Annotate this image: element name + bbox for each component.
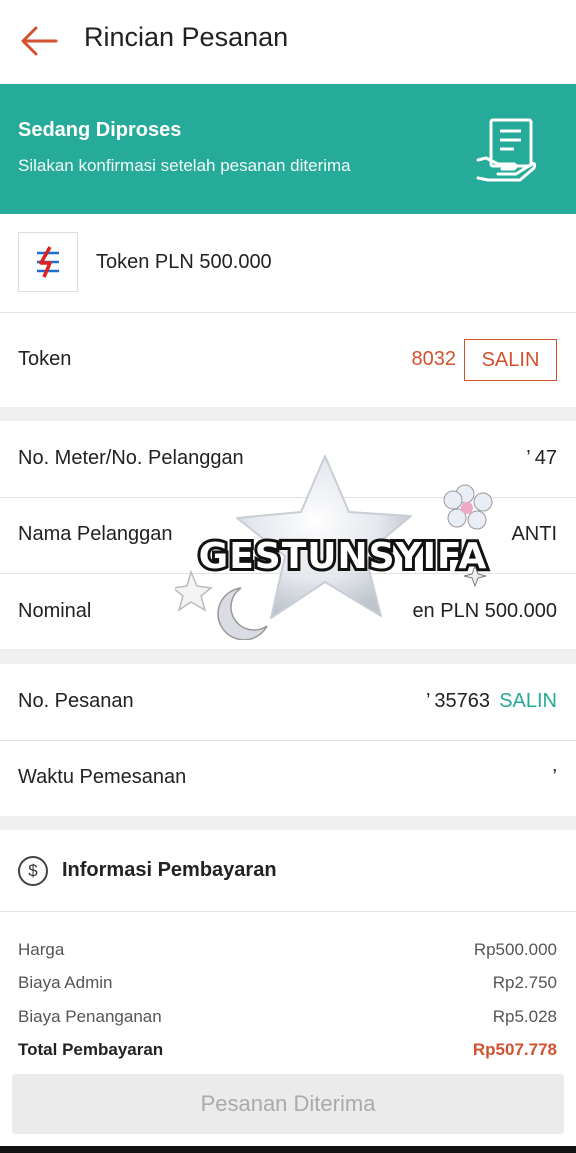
- token-label: Token: [18, 348, 72, 370]
- receipt-hand-icon: [474, 118, 540, 184]
- order-number-label: No. Pesanan: [18, 690, 134, 712]
- token-value: 8032: [411, 348, 457, 370]
- page-title: Rincian Pesanan: [84, 22, 289, 52]
- total-payment-value: Rp507.778: [472, 1040, 557, 1059]
- copy-token-button[interactable]: SALIN: [464, 339, 557, 381]
- order-time-label: Waktu Pemesanan: [18, 766, 187, 788]
- status-title: Sedang Diproses: [18, 119, 182, 141]
- flower-shape: [443, 484, 493, 530]
- status-subtitle: Silakan konfirmasi setelah pesanan diter…: [18, 156, 351, 175]
- divider: [0, 312, 576, 313]
- screen-bottom-edge: [0, 1146, 576, 1153]
- price-label: Harga: [18, 940, 65, 959]
- admin-fee-label: Biaya Admin: [18, 973, 113, 992]
- meter-number-value: ’ 47: [526, 447, 557, 469]
- product-name: Token PLN 500.000: [96, 251, 272, 273]
- customer-name-value: ANTI: [511, 523, 557, 545]
- watermark-text: GESTUNSYIFA: [199, 536, 488, 577]
- handling-fee-value: Rp5.028: [492, 1007, 557, 1026]
- copy-order-number-button[interactable]: SALIN: [499, 690, 557, 713]
- watermark-sticker: GESTUNSYIFA: [175, 455, 493, 640]
- dollar-circle-icon: $: [18, 856, 48, 886]
- order-status-banner: Sedang Diproses Silakan konfirmasi setel…: [0, 84, 576, 214]
- admin-fee-value: Rp2.750: [492, 973, 557, 992]
- back-arrow-icon[interactable]: [18, 22, 60, 60]
- order-time-value: ’: [552, 766, 557, 788]
- small-star-shape: [175, 569, 213, 612]
- price-value: Rp500.000: [473, 940, 557, 959]
- moon-shape: [217, 587, 268, 640]
- app-header: Rincian Pesanan: [0, 0, 576, 84]
- order-received-button[interactable]: Pesanan Diterima: [12, 1074, 564, 1134]
- pln-logo-icon: [18, 232, 78, 292]
- order-number-value: ’ 35763: [425, 690, 490, 712]
- customer-name-label: Nama Pelanggan: [18, 523, 173, 545]
- payment-section-title: Informasi Pembayaran: [62, 859, 277, 881]
- nominal-label: Nominal: [18, 600, 92, 622]
- divider: [0, 911, 576, 912]
- divider: [0, 740, 576, 741]
- handling-fee-label: Biaya Penanganan: [18, 1007, 162, 1026]
- total-payment-label: Total Pembayaran: [18, 1040, 164, 1059]
